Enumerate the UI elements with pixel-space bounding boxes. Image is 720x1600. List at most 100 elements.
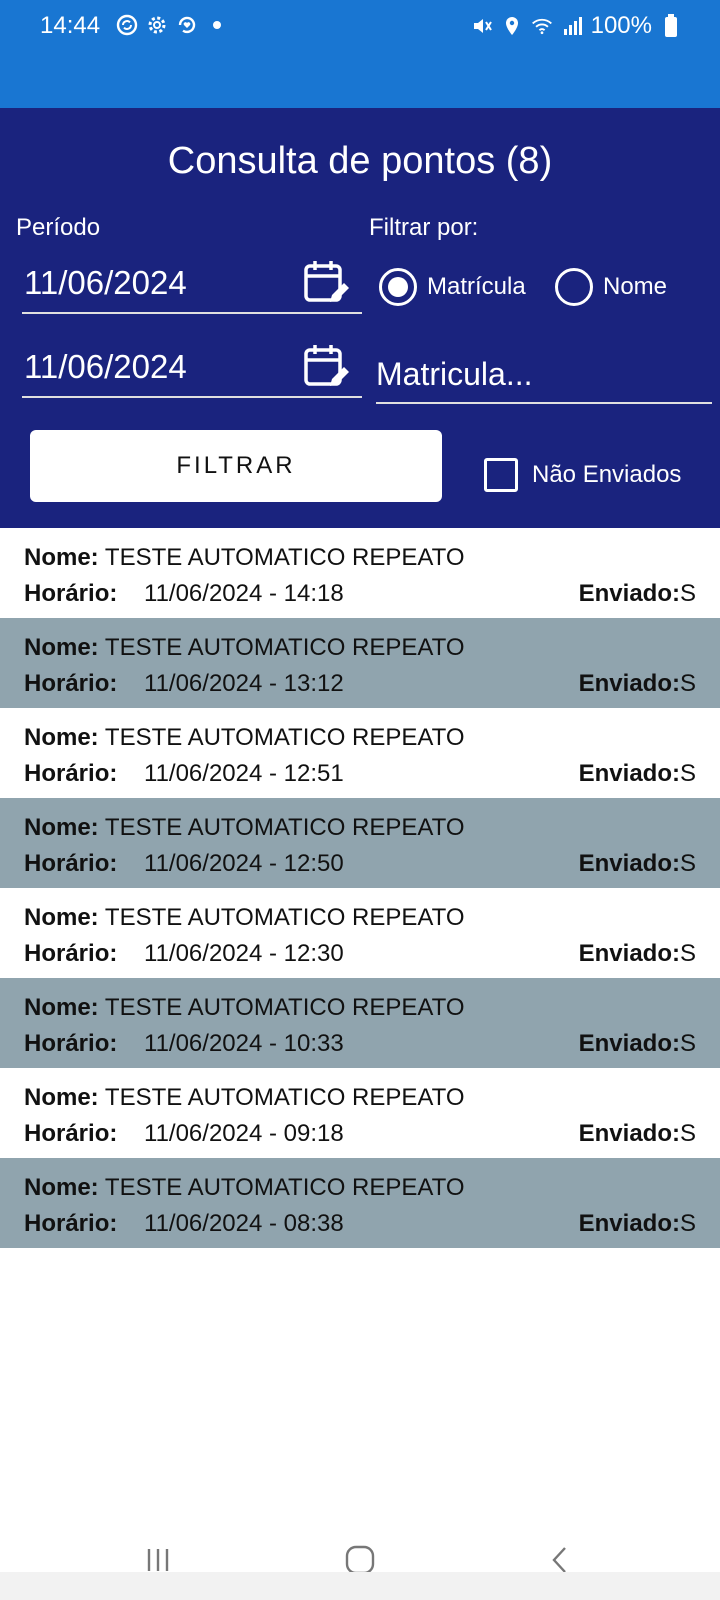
record-time: 11/06/2024 - 12:51 bbox=[144, 760, 344, 787]
record-time-line: Horário: 11/06/2024 - 13:12 bbox=[24, 670, 344, 698]
not-sent-checkbox[interactable]: Não Enviados bbox=[484, 458, 681, 492]
sent-label: Enviado: bbox=[578, 850, 680, 877]
record-time-line: Horário: 11/06/2024 - 12:51 bbox=[24, 760, 344, 788]
record-sent: Enviado:S bbox=[579, 670, 696, 698]
start-date-value: 11/06/2024 bbox=[24, 264, 187, 301]
record-sent: Enviado:S bbox=[579, 1030, 696, 1058]
start-date-field[interactable]: 11/06/2024 bbox=[22, 254, 362, 314]
sent-value: S bbox=[679, 760, 696, 787]
checkbox-box[interactable] bbox=[484, 458, 518, 492]
record-time: 11/06/2024 - 09:18 bbox=[144, 1120, 344, 1147]
sent-value: S bbox=[679, 1030, 696, 1057]
record-name: TESTE AUTOMATICO REPEATO bbox=[104, 634, 465, 661]
app-bar bbox=[0, 60, 720, 108]
calendar-edit-icon[interactable] bbox=[302, 342, 352, 392]
record-sent: Enviado:S bbox=[579, 760, 696, 788]
wifi-icon bbox=[531, 15, 553, 37]
battery-icon bbox=[660, 14, 682, 37]
list-item[interactable]: Nome: TESTE AUTOMATICO REPEATO Horário: 11… bbox=[0, 708, 720, 798]
status-time: 14:44 bbox=[40, 12, 101, 39]
page-title: Consulta de pontos (8) bbox=[167, 140, 553, 182]
time-label: Horário: bbox=[24, 1030, 118, 1057]
list-item[interactable]: Nome: TESTE AUTOMATICO REPEATO Horário: 11… bbox=[0, 618, 720, 708]
record-name: TESTE AUTOMATICO REPEATO bbox=[104, 1084, 465, 1111]
sent-value: S bbox=[679, 580, 696, 607]
record-name: TESTE AUTOMATICO REPEATO bbox=[104, 904, 465, 931]
calendar-edit-icon[interactable] bbox=[302, 258, 352, 308]
sent-label: Enviado: bbox=[578, 1120, 680, 1147]
time-label: Horário: bbox=[24, 1210, 118, 1237]
record-sent: Enviado:S bbox=[579, 850, 696, 878]
not-sent-label: Não Enviados bbox=[532, 461, 682, 488]
sync-icon bbox=[116, 14, 138, 36]
bottom-strip bbox=[0, 1572, 720, 1600]
record-time-line: Horário: 11/06/2024 - 12:50 bbox=[24, 850, 344, 878]
heart-sync-icon bbox=[176, 14, 198, 36]
record-time-line: Horário: 11/06/2024 - 09:18 bbox=[24, 1120, 344, 1148]
record-time: 11/06/2024 - 13:12 bbox=[144, 670, 344, 697]
record-time-line: Horário: 11/06/2024 - 14:18 bbox=[24, 580, 344, 608]
record-time: 11/06/2024 - 08:38 bbox=[144, 1210, 344, 1237]
radio-nome[interactable]: Nome bbox=[555, 268, 667, 306]
radio-matricula-label: Matrícula bbox=[427, 273, 526, 300]
record-time: 11/06/2024 - 12:30 bbox=[144, 940, 344, 967]
record-name-line: Nome: TESTE AUTOMATICO REPEATO bbox=[24, 634, 465, 662]
filter-button[interactable]: FILTRAR bbox=[30, 430, 442, 502]
name-label: Nome: bbox=[24, 1084, 99, 1111]
dot-icon bbox=[206, 14, 228, 36]
sent-label: Enviado: bbox=[578, 940, 680, 967]
time-label: Horário: bbox=[24, 760, 118, 787]
radio-selected-dot bbox=[388, 277, 408, 297]
record-name-line: Nome: TESTE AUTOMATICO REPEATO bbox=[24, 724, 465, 752]
list-item[interactable]: Nome: TESTE AUTOMATICO REPEATO Horário: 11… bbox=[0, 978, 720, 1068]
record-name: TESTE AUTOMATICO REPEATO bbox=[104, 1174, 465, 1201]
location-icon bbox=[501, 15, 523, 37]
status-right: 100% bbox=[471, 12, 682, 40]
record-time: 11/06/2024 - 12:50 bbox=[144, 850, 344, 877]
end-date-value: 11/06/2024 bbox=[24, 348, 187, 385]
record-name-line: Nome: TESTE AUTOMATICO REPEATO bbox=[24, 1084, 465, 1112]
matricula-search-field[interactable] bbox=[376, 346, 712, 404]
time-label: Horário: bbox=[24, 940, 118, 967]
radio-nome-circle[interactable] bbox=[555, 268, 593, 306]
list-item[interactable]: Nome: TESTE AUTOMATICO REPEATO Horário: 11… bbox=[0, 888, 720, 978]
filter-panel: Consulta de pontos (8) Período Filtrar p… bbox=[0, 108, 720, 528]
record-time-line: Horário: 11/06/2024 - 08:38 bbox=[24, 1210, 344, 1238]
mute-icon bbox=[471, 15, 493, 37]
name-label: Nome: bbox=[24, 724, 99, 751]
record-time-line: Horário: 11/06/2024 - 12:30 bbox=[24, 940, 344, 968]
sent-value: S bbox=[679, 940, 696, 967]
record-time-line: Horário: 11/06/2024 - 10:33 bbox=[24, 1030, 344, 1058]
record-sent: Enviado:S bbox=[579, 940, 696, 968]
record-name-line: Nome: TESTE AUTOMATICO REPEATO bbox=[24, 1174, 465, 1202]
time-label: Horário: bbox=[24, 1120, 118, 1147]
sent-label: Enviado: bbox=[578, 1210, 680, 1237]
record-name-line: Nome: TESTE AUTOMATICO REPEATO bbox=[24, 814, 465, 842]
record-time: 11/06/2024 - 14:18 bbox=[144, 580, 344, 607]
name-label: Nome: bbox=[24, 994, 99, 1021]
list-item[interactable]: Nome: TESTE AUTOMATICO REPEATO Horário: 11… bbox=[0, 798, 720, 888]
time-label: Horário: bbox=[24, 670, 118, 697]
list-item[interactable]: Nome: TESTE AUTOMATICO REPEATO Horário: 11… bbox=[0, 528, 720, 618]
radio-matricula-circle[interactable] bbox=[379, 268, 417, 306]
radio-matricula[interactable]: Matrícula bbox=[379, 268, 526, 306]
battery-level: 100% bbox=[590, 12, 652, 39]
record-name: TESTE AUTOMATICO REPEATO bbox=[104, 814, 465, 841]
end-date-field[interactable]: 11/06/2024 bbox=[22, 338, 362, 398]
record-sent: Enviado:S bbox=[579, 580, 696, 608]
name-label: Nome: bbox=[24, 544, 99, 571]
filter-by-label: Filtrar por: bbox=[369, 214, 479, 241]
sent-label: Enviado: bbox=[578, 1030, 680, 1057]
sent-label: Enviado: bbox=[578, 670, 680, 697]
list-item[interactable]: Nome: TESTE AUTOMATICO REPEATO Horário: 11… bbox=[0, 1068, 720, 1158]
name-label: Nome: bbox=[24, 634, 99, 661]
record-name: TESTE AUTOMATICO REPEATO bbox=[104, 724, 465, 751]
sent-label: Enviado: bbox=[578, 580, 680, 607]
record-name: TESTE AUTOMATICO REPEATO bbox=[104, 994, 465, 1021]
sent-label: Enviado: bbox=[578, 760, 680, 787]
record-sent: Enviado:S bbox=[579, 1210, 696, 1238]
matricula-input[interactable] bbox=[376, 352, 706, 396]
period-label: Período bbox=[16, 214, 101, 241]
list-item[interactable]: Nome: TESTE AUTOMATICO REPEATO Horário: 11… bbox=[0, 1158, 720, 1248]
name-label: Nome: bbox=[24, 814, 99, 841]
